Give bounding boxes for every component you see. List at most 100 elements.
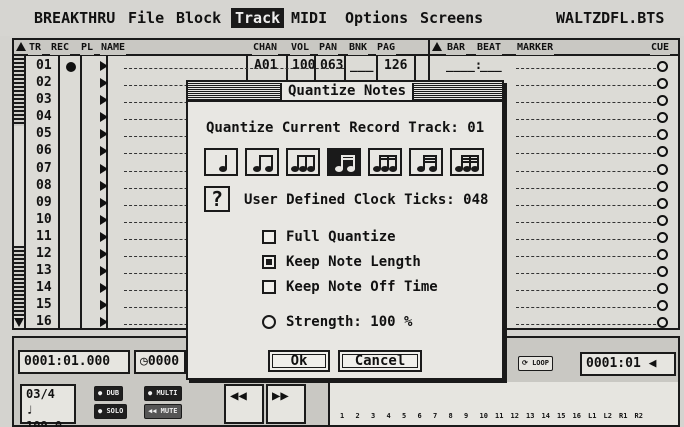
- marker-name-field[interactable]: [516, 256, 656, 258]
- marker-name-field[interactable]: [516, 204, 656, 206]
- cue-circle-icon[interactable]: [657, 129, 668, 141]
- channel-number[interactable]: 15: [557, 412, 565, 420]
- play-arrow-icon[interactable]: [100, 249, 108, 260]
- channel-number[interactable]: 6: [418, 412, 422, 420]
- channel-number[interactable]: R1: [619, 412, 627, 420]
- marker-name-field[interactable]: [516, 119, 656, 121]
- cue-circle-icon[interactable]: [657, 95, 668, 107]
- play-arrow-icon[interactable]: [100, 129, 108, 140]
- channel-number[interactable]: R2: [635, 412, 643, 420]
- sixteenth-note-icon[interactable]: [327, 148, 361, 176]
- marker-scroll-up-icon[interactable]: [432, 42, 442, 51]
- channel-number[interactable]: 8: [449, 412, 453, 420]
- cue-circle-icon[interactable]: [657, 266, 668, 278]
- menu-screens[interactable]: Screens: [420, 9, 483, 27]
- fast-forward-button[interactable]: ▶▶: [266, 384, 306, 424]
- menu-track[interactable]: Track: [231, 8, 285, 28]
- cue-circle-icon[interactable]: [657, 163, 668, 175]
- play-arrow-icon[interactable]: [100, 197, 108, 208]
- channel-number[interactable]: 12: [511, 412, 519, 420]
- cue-circle-icon[interactable]: [657, 283, 668, 295]
- play-arrow-icon[interactable]: [100, 214, 108, 225]
- keep-note-length-checkbox[interactable]: [262, 255, 276, 269]
- eighth-triplet-icon[interactable]: [286, 148, 320, 176]
- marker-name-field[interactable]: [516, 290, 656, 292]
- cue-circle-icon[interactable]: [657, 231, 668, 243]
- loop-button[interactable]: ⟳ LOOP: [518, 356, 553, 371]
- marker-name-field[interactable]: [516, 85, 656, 87]
- play-arrow-icon[interactable]: [100, 112, 108, 123]
- menu-midi[interactable]: MIDI: [291, 9, 327, 27]
- thirty-second-note-icon[interactable]: [409, 148, 443, 176]
- play-arrow-icon[interactable]: [100, 283, 108, 294]
- multi-button[interactable]: ● MULTI: [144, 386, 182, 401]
- clock-ticks-field[interactable]: User Defined Clock Ticks: 048: [244, 192, 488, 208]
- play-arrow-icon[interactable]: [100, 180, 108, 191]
- play-arrow-icon[interactable]: [100, 231, 108, 242]
- play-arrow-icon[interactable]: [100, 61, 108, 71]
- track-row[interactable]: 01: [28, 58, 446, 75]
- marker-name-field[interactable]: [516, 102, 656, 104]
- play-arrow-icon[interactable]: [100, 146, 108, 157]
- channel-number[interactable]: L2: [604, 412, 612, 420]
- dub-button[interactable]: ● DUB: [94, 386, 124, 401]
- quarter-note-icon[interactable]: [204, 148, 238, 176]
- channel-number[interactable]: 2: [356, 412, 360, 420]
- cue-circle-icon[interactable]: [657, 180, 668, 192]
- marker-name-field[interactable]: [516, 221, 656, 223]
- help-button[interactable]: ?: [204, 186, 230, 212]
- mute-button[interactable]: ◀◀ MUTE: [144, 404, 182, 419]
- marker-name-field[interactable]: [516, 170, 656, 172]
- channel-number[interactable]: 13: [526, 412, 534, 420]
- scroll-thumb[interactable]: [14, 126, 24, 246]
- cue-circle-icon[interactable]: [657, 214, 668, 226]
- cue-circle-icon[interactable]: [657, 112, 668, 124]
- cue-circle-icon[interactable]: [657, 146, 668, 158]
- strength-label[interactable]: Strength: 100 %: [286, 314, 412, 330]
- menu-file[interactable]: File: [128, 9, 164, 27]
- play-arrow-icon[interactable]: [100, 163, 108, 174]
- marker-name-field[interactable]: [516, 273, 656, 275]
- channel-number[interactable]: 16: [573, 412, 581, 420]
- play-arrow-icon[interactable]: [100, 266, 108, 277]
- menu-options[interactable]: Options: [345, 9, 408, 27]
- marker-name-field[interactable]: [516, 153, 656, 155]
- cue-circle-icon[interactable]: [657, 300, 668, 312]
- marker-name-field[interactable]: [516, 187, 656, 189]
- cue-circle-icon[interactable]: [657, 249, 668, 261]
- solo-button[interactable]: ● SOLO: [94, 404, 128, 419]
- keep-note-off-time-checkbox[interactable]: [262, 280, 276, 294]
- play-arrow-icon[interactable]: [100, 95, 108, 106]
- track-name-field[interactable]: [124, 68, 344, 69]
- strength-radio[interactable]: [262, 315, 276, 329]
- cue-circle-icon[interactable]: [657, 317, 668, 329]
- cue-circle-icon[interactable]: [657, 197, 668, 209]
- marker-name-field[interactable]: [516, 136, 656, 138]
- cancel-button[interactable]: Cancel: [338, 350, 422, 372]
- channel-number[interactable]: L1: [588, 412, 596, 420]
- track-scrollbar[interactable]: [14, 56, 26, 328]
- channel-number[interactable]: 4: [387, 412, 391, 420]
- marker-name-field[interactable]: [516, 307, 656, 309]
- channel-number[interactable]: 10: [480, 412, 488, 420]
- scroll-down-arrow-icon[interactable]: [14, 316, 24, 328]
- marker-name-field[interactable]: [516, 238, 656, 240]
- channel-number[interactable]: 7: [433, 412, 437, 420]
- channel-number[interactable]: 14: [542, 412, 550, 420]
- channel-number[interactable]: 11: [495, 412, 503, 420]
- menu-block[interactable]: Block: [176, 9, 221, 27]
- ok-button[interactable]: Ok: [268, 350, 330, 372]
- time-display[interactable]: ◷0000: [134, 350, 186, 374]
- rewind-button[interactable]: ◀◀: [224, 384, 264, 424]
- sixteenth-triplet-icon[interactable]: [368, 148, 402, 176]
- play-arrow-icon[interactable]: [100, 78, 108, 89]
- play-arrow-icon[interactable]: [100, 317, 108, 328]
- channel-number[interactable]: 5: [402, 412, 406, 420]
- channel-number[interactable]: 3: [371, 412, 375, 420]
- meter-tempo-display[interactable]: 03/4 ♩ 109.0: [20, 384, 76, 427]
- eighth-note-icon[interactable]: [245, 148, 279, 176]
- cue-circle-icon[interactable]: [657, 78, 668, 90]
- marker-name-field[interactable]: [516, 68, 656, 69]
- play-arrow-icon[interactable]: [100, 300, 108, 311]
- cue-circle-icon[interactable]: [657, 61, 668, 72]
